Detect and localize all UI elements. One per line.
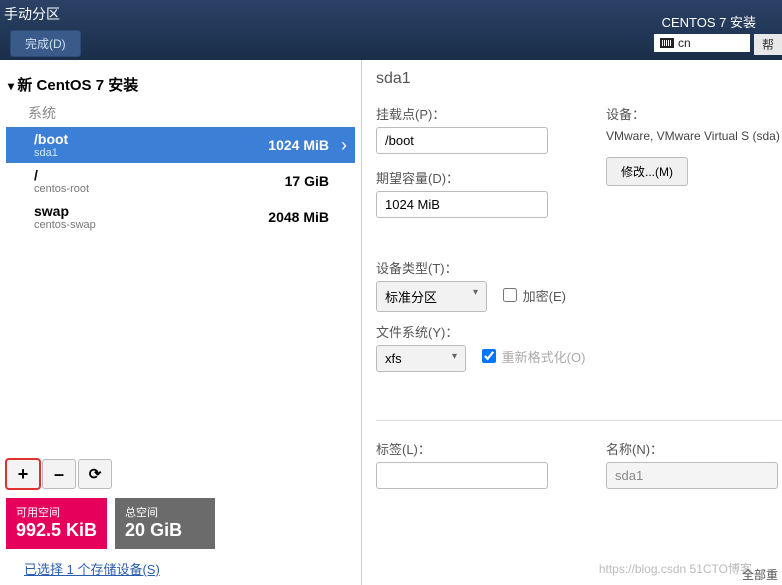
mount-row-swap[interactable]: swap centos-swap 2048 MiB bbox=[6, 199, 355, 235]
modify-button[interactable]: 修改...(M) bbox=[606, 157, 688, 186]
device-type-label: 设备类型(T)： bbox=[376, 258, 782, 277]
refresh-button[interactable]: ⟳ bbox=[78, 459, 112, 489]
done-button[interactable]: 完成(D) bbox=[10, 30, 81, 57]
device-text: VMware, VMware Virtual S (sda) bbox=[606, 127, 782, 145]
product-title: CENTOS 7 安装 bbox=[662, 12, 756, 31]
mount-row-root[interactable]: / centos-root 17 GiB bbox=[6, 163, 355, 199]
top-bar: 手动分区 完成(D) CENTOS 7 安装 cn 帮 bbox=[0, 0, 782, 60]
encrypt-checkbox[interactable] bbox=[503, 288, 517, 302]
filesystem-label: 文件系统(Y)： bbox=[376, 322, 782, 341]
reformat-checkbox[interactable] bbox=[482, 349, 496, 363]
reset-all-link[interactable]: 全部重 bbox=[742, 566, 778, 583]
available-space-value: 992.5 KiB bbox=[16, 520, 97, 541]
filesystem-select[interactable]: xfs bbox=[376, 345, 466, 372]
watermark-text: https://blog.csdn 51CTO博客 bbox=[599, 560, 752, 577]
device-type-select[interactable]: 标准分区 bbox=[376, 281, 487, 312]
remove-partition-button[interactable]: – bbox=[42, 459, 76, 489]
system-group-label: 系统 bbox=[6, 99, 355, 127]
add-partition-button[interactable]: + bbox=[6, 459, 40, 489]
mountpoint-label: 挂载点(P)： bbox=[376, 104, 606, 123]
label-field-label: 标签(L)： bbox=[376, 439, 606, 458]
detail-title: sda1 bbox=[376, 70, 782, 98]
mount-row-boot[interactable]: /boot sda1 1024 MiB bbox=[6, 127, 355, 163]
install-tree-header[interactable]: 新 CentOS 7 安装 bbox=[6, 70, 355, 99]
device-label: 设备： bbox=[606, 104, 782, 123]
storage-devices-link[interactable]: 已选择 1 个存储设备(S) bbox=[6, 549, 160, 578]
mount-size-label: 17 GiB bbox=[285, 173, 329, 189]
name-field-label: 名称(N)： bbox=[606, 439, 782, 458]
keyboard-icon bbox=[660, 38, 674, 48]
mountpoint-input[interactable] bbox=[376, 127, 548, 154]
capacity-input[interactable] bbox=[376, 191, 548, 218]
capacity-label: 期望容量(D)： bbox=[376, 168, 606, 187]
name-input bbox=[606, 462, 778, 489]
encrypt-checkbox-label[interactable]: 加密(E) bbox=[503, 286, 566, 305]
keyboard-layout-label: cn bbox=[678, 36, 691, 50]
keyboard-layout-selector[interactable]: cn bbox=[654, 34, 750, 52]
page-title: 手动分区 bbox=[4, 4, 60, 24]
available-space-box: 可用空间 992.5 KiB bbox=[6, 498, 107, 549]
reformat-checkbox-label[interactable]: 重新格式化(O) bbox=[482, 347, 586, 366]
total-space-value: 20 GiB bbox=[125, 520, 205, 541]
mount-size-label: 1024 MiB bbox=[268, 137, 329, 153]
label-input[interactable] bbox=[376, 462, 548, 489]
total-space-box: 总空间 20 GiB bbox=[115, 498, 215, 549]
partition-tree-panel: 新 CentOS 7 安装 系统 /boot sda1 1024 MiB / c… bbox=[0, 60, 362, 585]
available-space-label: 可用空间 bbox=[16, 504, 97, 520]
help-button[interactable]: 帮 bbox=[754, 34, 782, 55]
mount-size-label: 2048 MiB bbox=[268, 209, 329, 225]
total-space-label: 总空间 bbox=[125, 504, 205, 520]
partition-detail-panel: sda1 挂载点(P)： 期望容量(D)： 设备： VMware, VMware… bbox=[362, 60, 782, 585]
partition-button-bar: + – ⟳ bbox=[6, 456, 355, 492]
